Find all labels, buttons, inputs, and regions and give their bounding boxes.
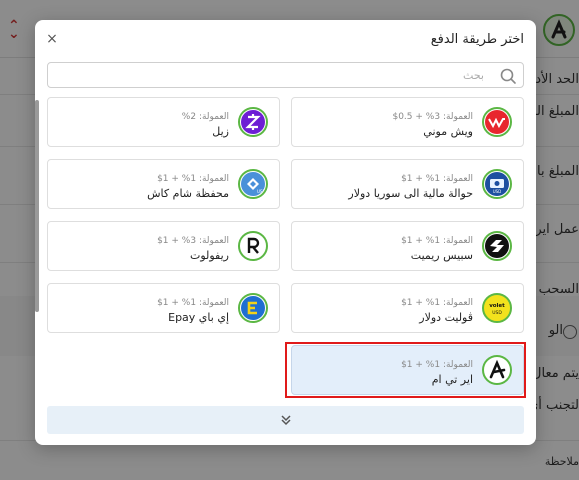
selection-highlight	[285, 342, 526, 398]
payment-method-modal: اختر طريقة الدفع × العمولة: 3% + 0.5$ وي…	[35, 20, 536, 445]
payment-card-wish-money[interactable]: العمولة: 3% + 0.5$ ويش موني	[291, 97, 524, 147]
space-remit-icon	[482, 231, 512, 261]
card-commission: العمولة: 2%	[181, 112, 229, 122]
card-name: ڤوليت دولار	[419, 311, 473, 324]
payment-card-zelle[interactable]: العمولة: 2% زيل	[47, 97, 280, 147]
epay-icon	[238, 293, 268, 323]
card-commission: العمولة: 3% + 1$	[157, 236, 229, 246]
card-name: زيل	[212, 125, 229, 138]
revolut-icon	[238, 231, 268, 261]
load-more-button[interactable]	[47, 406, 524, 434]
payment-card-revolut[interactable]: العمولة: 3% + 1$ ريفولوت	[47, 221, 280, 271]
zelle-icon	[238, 107, 268, 137]
payment-card-volet[interactable]: volet USD العمولة: 1% + 1$ ڤوليت دولار	[291, 283, 524, 333]
svg-text:USD: USD	[493, 189, 502, 194]
card-name: محفظة شام كاش	[147, 187, 229, 200]
payment-card-epay[interactable]: العمولة: 1% + 1$ إي باي Epay	[47, 283, 280, 333]
payment-card-transfer-syria[interactable]: USD العمولة: 1% + 1$ حوالة مالية الى سور…	[291, 159, 524, 209]
search-input[interactable]	[54, 65, 484, 85]
card-commission: العمولة: 1% + 1$	[401, 298, 473, 308]
wish-money-icon	[482, 107, 512, 137]
card-name: حوالة مالية الى سوريا دولار	[348, 187, 473, 200]
double-chevron-down-icon	[280, 415, 291, 426]
modal-title: اختر طريقة الدفع	[430, 32, 524, 47]
card-name: سبيس ريميت	[410, 249, 473, 262]
card-commission: العمولة: 1% + 1$	[157, 174, 229, 184]
card-commission: العمولة: 3% + 0.5$	[392, 112, 473, 122]
svg-text:USD: USD	[492, 310, 502, 316]
card-name: إي باي Epay	[168, 311, 229, 324]
search-field[interactable]	[47, 62, 524, 88]
card-name: ريفولوت	[189, 249, 229, 262]
card-commission: العمولة: 1% + 1$	[401, 236, 473, 246]
transfer-syria-icon: USD	[482, 169, 512, 199]
sham-cash-icon: USD	[238, 169, 268, 199]
svg-text:USD: USD	[257, 189, 266, 194]
payment-card-sham-cash[interactable]: USD العمولة: 1% + 1$ محفظة شام كاش	[47, 159, 280, 209]
close-button[interactable]: ×	[45, 32, 59, 46]
volet-icon: volet USD	[482, 293, 512, 323]
svg-text:volet: volet	[489, 303, 505, 309]
card-commission: العمولة: 1% + 1$	[401, 174, 473, 184]
scrollbar-thumb[interactable]	[35, 100, 39, 312]
card-name: ويش موني	[423, 125, 473, 138]
payment-card-space-remit[interactable]: العمولة: 1% + 1$ سبيس ريميت	[291, 221, 524, 271]
search-icon	[500, 68, 516, 84]
card-commission: العمولة: 1% + 1$	[157, 298, 229, 308]
